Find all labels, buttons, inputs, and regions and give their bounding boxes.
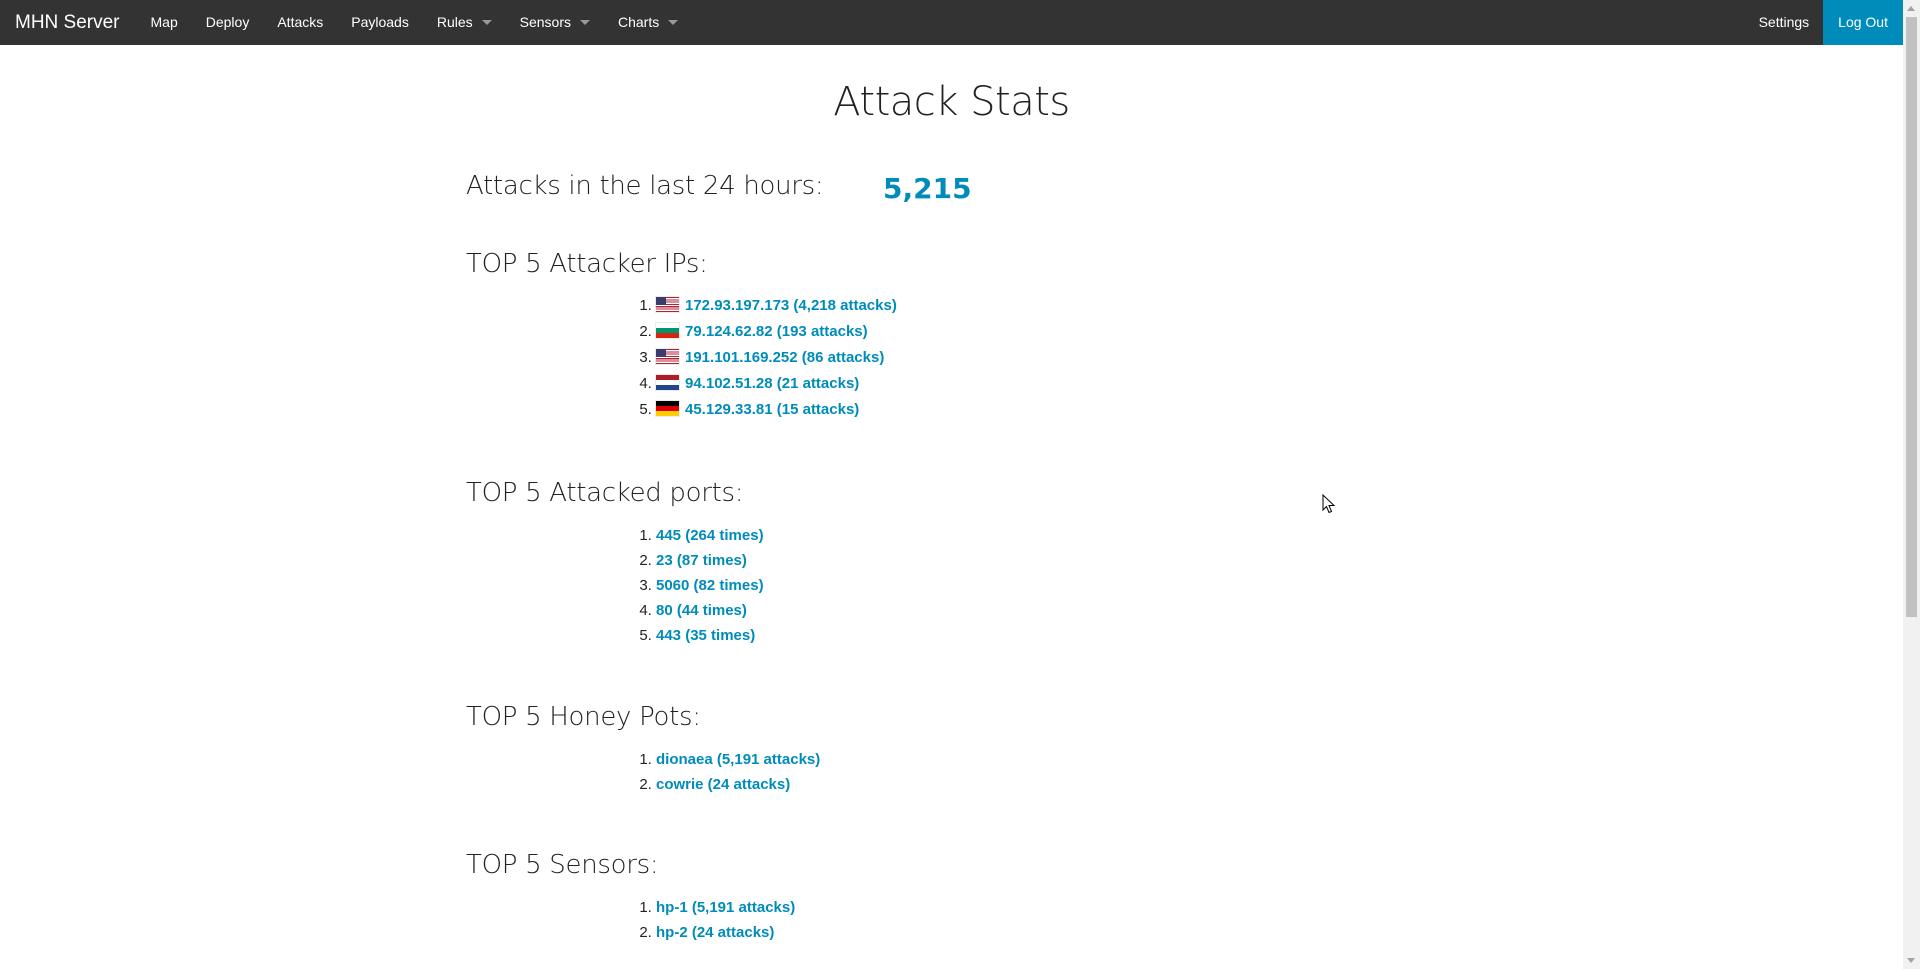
honeypot-link[interactable]: dionaea (5,191 attacks)	[656, 751, 820, 768]
top-ports-list: 445 (264 times) 23 (87 times) 5060 (82 t…	[600, 523, 764, 648]
nav-deploy-label: Deploy	[205, 14, 250, 30]
caret-down-icon	[668, 20, 679, 25]
scroll-up-arrow-icon[interactable]	[1907, 6, 1915, 11]
list-item: 79.124.62.82 (193 attacks)	[656, 319, 897, 345]
list-item: hp-1 (5,191 attacks)	[656, 895, 795, 920]
nav-right-group: Settings Log Out	[1745, 0, 1903, 45]
honeypot-link[interactable]: cowrie (24 attacks)	[656, 776, 790, 793]
nav-attacks-label: Attacks	[277, 14, 324, 30]
top-navbar: MHN Server Map Deploy Attacks Payloads R…	[0, 0, 1903, 45]
port-link[interactable]: 23 (87 times)	[656, 552, 747, 569]
attacks-24h-count[interactable]: 5,215	[883, 172, 972, 205]
main-content: Attack Stats Attacks in the last 24 hour…	[0, 45, 1903, 969]
top-ips-list: 172.93.197.173 (4,218 attacks) 79.124.62…	[600, 293, 897, 423]
nav-map[interactable]: Map	[137, 0, 192, 45]
nav-payloads-label: Payloads	[351, 14, 409, 30]
sensor-link[interactable]: hp-1 (5,191 attacks)	[656, 899, 795, 916]
list-item: 191.101.169.252 (86 attacks)	[656, 345, 897, 371]
list-item: hp-2 (24 attacks)	[656, 920, 795, 945]
top-honeypots-heading: TOP 5 Honey Pots:	[466, 702, 701, 732]
nav-payloads[interactable]: Payloads	[337, 0, 423, 45]
mouse-pointer-icon	[1322, 494, 1336, 514]
nav-attacks[interactable]: Attacks	[263, 0, 337, 45]
list-item: 443 (35 times)	[656, 623, 764, 648]
port-link[interactable]: 443 (35 times)	[656, 627, 755, 644]
top-ips-heading: TOP 5 Attacker IPs:	[466, 249, 708, 279]
nav-charts-dropdown[interactable]: Charts	[604, 0, 692, 45]
scroll-down-arrow-icon[interactable]	[1907, 958, 1915, 963]
list-item: 45.129.33.81 (15 attacks)	[656, 397, 897, 423]
attacker-ip-link[interactable]: 191.101.169.252 (86 attacks)	[685, 349, 884, 366]
nav-deploy[interactable]: Deploy	[192, 0, 264, 45]
attacker-ip-link[interactable]: 94.102.51.28 (21 attacks)	[685, 375, 859, 392]
page-title: Attack Stats	[833, 79, 1070, 125]
attacker-ip-link[interactable]: 45.129.33.81 (15 attacks)	[685, 401, 859, 418]
attacks-24h-label: Attacks in the last 24 hours:	[466, 171, 824, 201]
port-link[interactable]: 5060 (82 times)	[656, 577, 764, 594]
top-sensors-list: hp-1 (5,191 attacks) hp-2 (24 attacks)	[600, 895, 795, 945]
nav-rules-dropdown[interactable]: Rules	[423, 0, 506, 45]
bulgaria-flag-icon	[656, 323, 679, 338]
us-flag-icon	[656, 297, 679, 312]
top-honeypots-list: dionaea (5,191 attacks) cowrie (24 attac…	[600, 747, 820, 797]
list-item: cowrie (24 attacks)	[656, 772, 820, 797]
nav-rules-label: Rules	[436, 14, 473, 30]
list-item: 445 (264 times)	[656, 523, 764, 548]
list-item: 94.102.51.28 (21 attacks)	[656, 371, 897, 397]
nav-sensors-dropdown[interactable]: Sensors	[506, 0, 604, 45]
caret-down-icon	[481, 20, 492, 25]
list-item: 80 (44 times)	[656, 598, 764, 623]
caret-down-icon	[580, 20, 590, 25]
top-sensors-heading: TOP 5 Sensors:	[466, 850, 659, 880]
list-item: 23 (87 times)	[656, 548, 764, 573]
top-ports-heading: TOP 5 Attacked ports:	[466, 478, 744, 508]
vertical-scrollbar[interactable]	[1903, 0, 1920, 969]
nav-charts-label: Charts	[618, 14, 660, 30]
attacker-ip-link[interactable]: 172.93.197.173 (4,218 attacks)	[685, 297, 897, 314]
attacker-ip-link[interactable]: 79.124.62.82 (193 attacks)	[685, 323, 868, 340]
nav-sensors-label: Sensors	[519, 14, 571, 30]
list-item: 5060 (82 times)	[656, 573, 764, 598]
netherlands-flag-icon	[656, 375, 679, 390]
port-link[interactable]: 445 (264 times)	[656, 527, 764, 544]
nav-map-label: Map	[150, 14, 178, 30]
brand-link[interactable]: MHN Server	[0, 0, 137, 45]
list-item: dionaea (5,191 attacks)	[656, 747, 820, 772]
germany-flag-icon	[656, 401, 679, 416]
list-item: 172.93.197.173 (4,218 attacks)	[656, 293, 897, 319]
us-flag-icon	[656, 349, 679, 364]
port-link[interactable]: 80 (44 times)	[656, 602, 747, 619]
settings-link[interactable]: Settings	[1745, 0, 1824, 45]
sensor-link[interactable]: hp-2 (24 attacks)	[656, 924, 774, 941]
scrollbar-thumb[interactable]	[1906, 17, 1917, 617]
logout-button[interactable]: Log Out	[1823, 0, 1903, 45]
